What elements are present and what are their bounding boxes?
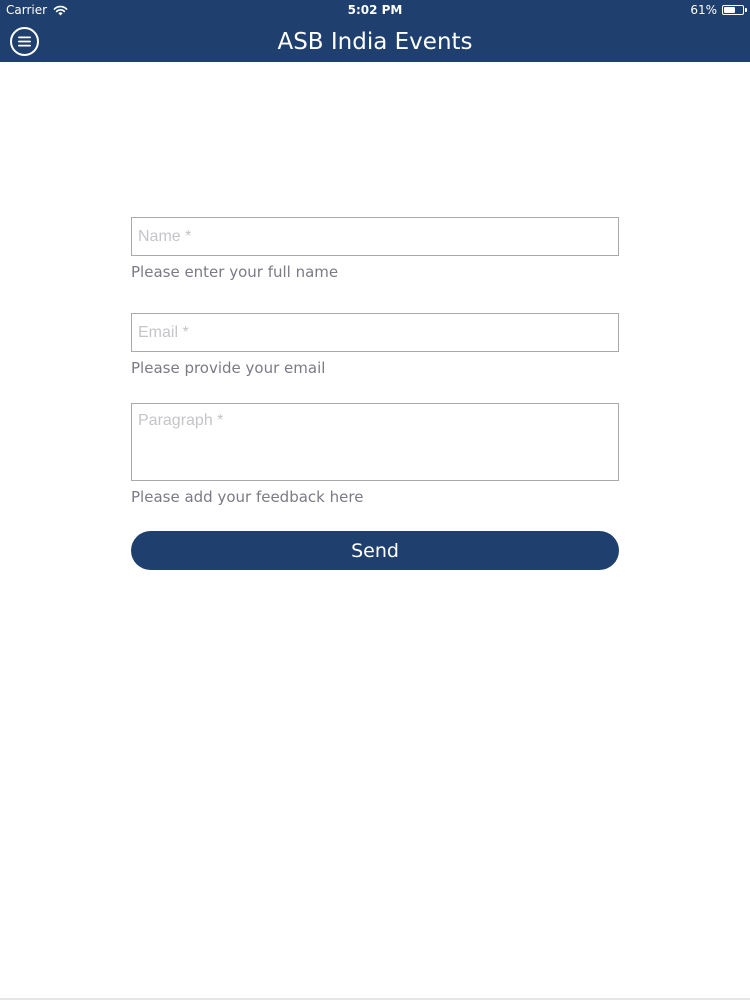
battery-level-fill [724, 7, 735, 13]
feedback-form: Please enter your full name Please provi… [131, 217, 619, 570]
status-time: 5:02 PM [347, 3, 403, 17]
email-input[interactable] [131, 313, 619, 352]
paragraph-hint: Please add your feedback here [131, 488, 364, 506]
name-input[interactable] [131, 217, 619, 256]
battery-icon [722, 5, 747, 15]
app-header: Carrier 5:02 PM 61% ASB India Events [0, 0, 750, 62]
name-hint: Please enter your full name [131, 263, 339, 281]
status-battery-group: 61% [690, 3, 747, 17]
send-button[interactable]: Send [131, 531, 619, 570]
page-title: ASB India Events [277, 29, 473, 55]
battery-percent: 61% [690, 3, 717, 17]
email-hint: Please provide your email [131, 359, 326, 377]
status-bar: Carrier 5:02 PM 61% [0, 0, 750, 22]
paragraph-textarea[interactable] [131, 403, 619, 481]
